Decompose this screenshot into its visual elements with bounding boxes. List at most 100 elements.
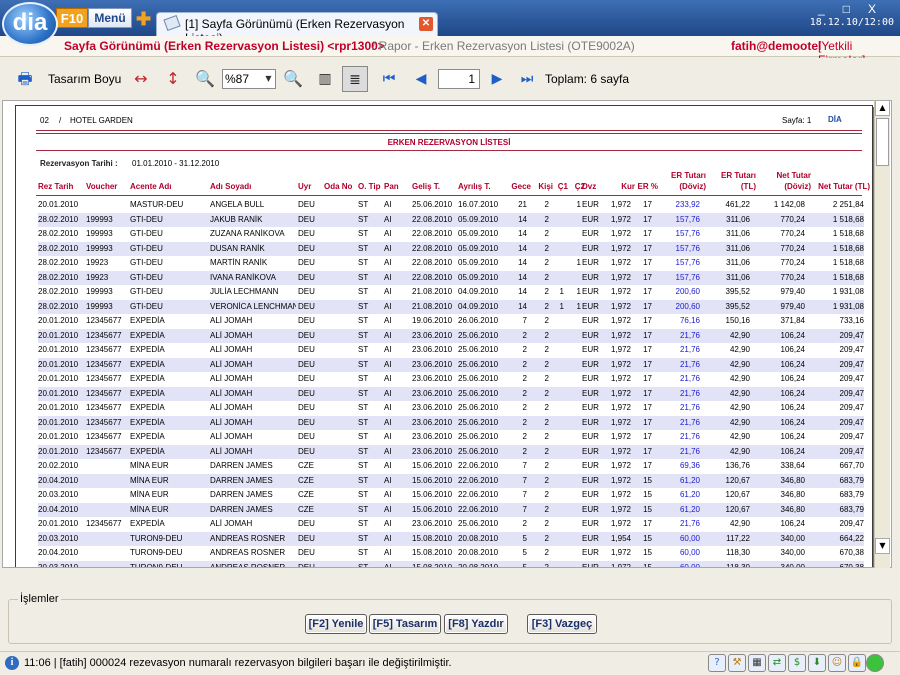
minimize-button[interactable]: _ — [818, 2, 843, 16]
table-cell: 2 — [544, 504, 549, 514]
table-cell: 1,972 — [610, 214, 631, 224]
table-cell: AI — [384, 229, 392, 238]
separator: / — [59, 116, 62, 125]
table-cell: DEU — [298, 374, 315, 383]
chevron-down-icon[interactable]: ▼ — [262, 70, 275, 88]
table-cell: 17 — [643, 417, 652, 427]
print-icon[interactable]: 🖶 — [12, 66, 38, 92]
table-cell: 1,972 — [610, 301, 631, 311]
table-cell: 1,972 — [610, 258, 631, 267]
table-cell: 15.08.2010 — [412, 548, 453, 557]
table-cell: EXPEDİA — [130, 316, 165, 325]
refresh-button[interactable]: [F2] Yenile — [305, 614, 367, 634]
scroll-thumb[interactable] — [876, 118, 889, 166]
table-header: Rez Tarih Voucher Acente Adı Adı Soyadı Uyr O… — [38, 171, 870, 194]
tab-page-view[interactable]: [1] Sayfa Görünümü (Erken Rezervasyon Li… — [156, 12, 438, 45]
table-cell: GTI-DEU — [130, 287, 163, 296]
table-cell: 1 518,68 — [832, 214, 864, 224]
table-cell: 60,00 — [679, 548, 700, 557]
table-cell: 05.09.2010 — [458, 272, 499, 282]
page-number-input[interactable]: 1 — [438, 69, 480, 89]
barcode-icon[interactable]: ▥ — [312, 66, 338, 92]
table-cell: 2 — [544, 403, 549, 412]
table-cell: 346,80 — [780, 475, 805, 485]
report-viewer[interactable]: 02 / HOTEL GARDEN Sayfa: 1 DİA ERKEN REZ… — [2, 100, 892, 568]
table-row: 20.01.2010 12345677 EXPEDİA ALİ JOMAH DEU ST A… — [38, 372, 864, 387]
table-cell: TURON9-DEU — [130, 548, 183, 557]
cancel-button[interactable]: [F3] Vazgeç — [527, 614, 597, 634]
zoom-out-icon[interactable]: 🔍 — [192, 66, 218, 92]
table-row: 28.02.2010 199993 GTI-DEU JULİA LECHMANN DEU… — [38, 285, 864, 300]
table-cell: MİNA EUR — [130, 461, 169, 470]
table-cell: EUR — [582, 533, 599, 543]
design-button[interactable]: [F5] Tasarım — [369, 614, 441, 634]
first-page-icon[interactable]: ⏮ — [376, 66, 402, 92]
table-cell: 2 — [522, 403, 527, 412]
table-cell: 42,90 — [729, 432, 750, 441]
fit-height-icon[interactable]: ↕ — [160, 66, 186, 92]
table-cell: 22.06.2010 — [458, 490, 499, 499]
table-cell: 1,972 — [610, 519, 631, 528]
table-cell: 1,972 — [610, 490, 631, 499]
table-cell: 2 — [544, 258, 549, 267]
table-cell: EUR — [582, 258, 599, 267]
table-cell: 20.01.2010 — [38, 359, 79, 369]
tools-icon[interactable]: ⚒ — [728, 654, 746, 672]
table-cell: 200,60 — [675, 287, 700, 296]
print-button[interactable]: [F8] Yazdır — [444, 614, 508, 634]
table-cell: 7 — [522, 316, 527, 325]
menu-button[interactable]: Menü — [88, 8, 132, 28]
exchange-icon[interactable]: ⇄ — [768, 654, 786, 672]
table-cell: 117,22 — [726, 533, 750, 543]
table-cell: 25.06.2010 — [412, 200, 453, 209]
currency-icon[interactable]: $ — [788, 654, 806, 672]
table-cell: 199993 — [86, 214, 113, 224]
page-layout-icon[interactable]: ≣ — [342, 66, 368, 92]
vertical-scrollbar[interactable]: ▲ ▼ — [874, 100, 890, 568]
table-cell: 338,64 — [780, 461, 805, 470]
calculator-icon[interactable]: ▦ — [748, 654, 766, 672]
lock-icon[interactable]: 🔒 — [848, 654, 866, 672]
close-window-button[interactable]: X — [868, 2, 894, 16]
zoom-in-icon[interactable]: 🔍 — [280, 66, 306, 92]
table-cell: 209,47 — [839, 330, 864, 340]
download-icon[interactable]: ⬇ — [808, 654, 826, 672]
table-cell: 12345677 — [86, 403, 122, 412]
table-cell: 61,20 — [679, 475, 700, 485]
table-cell: 2 — [544, 272, 549, 282]
table-cell: DEU — [298, 432, 315, 441]
tab-close-icon[interactable]: ✕ — [419, 17, 433, 31]
divider — [36, 195, 862, 196]
smiley-icon[interactable]: ☺ — [828, 654, 846, 672]
maximize-button[interactable]: □ — [843, 2, 868, 16]
table-cell: 118,30 — [726, 562, 750, 568]
table-cell: 2 — [544, 330, 549, 340]
table-cell: EUR — [582, 403, 599, 412]
previous-page-icon[interactable]: ◀ — [408, 66, 434, 92]
table-cell: 209,47 — [839, 388, 864, 398]
table-cell: MİNA EUR — [130, 490, 169, 499]
divider — [36, 150, 862, 151]
last-page-icon[interactable]: ⏭ — [514, 66, 540, 92]
new-tab-plus-icon[interactable]: ✚ — [136, 9, 151, 30]
design-size-dropdown[interactable]: Tasarım Boyu ▾ — [48, 66, 124, 112]
table-cell: ST — [358, 490, 369, 499]
table-cell: 670,38 — [839, 562, 864, 568]
f10-button[interactable]: F10 — [56, 8, 88, 28]
scroll-down-icon[interactable]: ▼ — [875, 538, 890, 554]
table-row: 20.02.2010 MİNA EUR DARREN JAMES CZE ST AI 15.… — [38, 459, 864, 474]
table-cell: 16.07.2010 — [458, 200, 499, 209]
table-cell: 17 — [643, 519, 652, 528]
fit-width-icon[interactable]: ↔ — [128, 66, 154, 92]
scroll-up-icon[interactable]: ▲ — [875, 100, 890, 116]
table-cell: ST — [358, 432, 369, 441]
help-icon[interactable]: ? — [708, 654, 726, 672]
column-header: Geliş T. — [412, 182, 441, 191]
next-page-icon[interactable]: ▶ — [484, 66, 510, 92]
table-cell: 1,972 — [610, 417, 631, 427]
table-cell: 1,972 — [610, 243, 631, 253]
table-cell: 25.06.2010 — [458, 432, 499, 441]
online-status-icon — [866, 654, 884, 672]
table-cell: EXPEDİA — [130, 417, 165, 427]
table-cell: 21,76 — [679, 519, 700, 528]
